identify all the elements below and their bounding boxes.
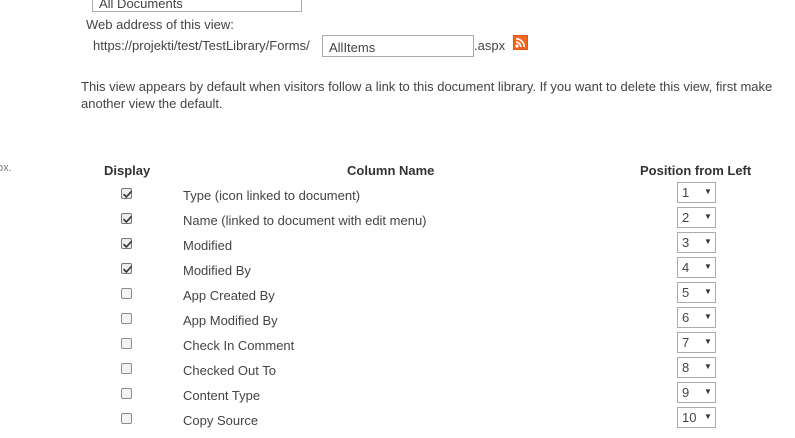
position-select[interactable]: 5 ▼ [677,282,716,303]
position-select-value: 6 [682,310,690,325]
position-select-value: 5 [682,285,690,300]
display-checkbox[interactable] [121,213,132,224]
table-row: Type (icon linked to document) 1 ▼ [0,182,795,213]
column-name-label: App Modified By [183,313,278,328]
chevron-down-icon: ▼ [704,362,712,371]
chevron-down-icon: ▼ [704,187,712,196]
table-row: Copy Source 10 ▼ [0,407,795,438]
checkmark-icon [123,216,132,223]
chevron-down-icon: ▼ [704,212,712,221]
table-row: Modified By 4 ▼ [0,257,795,288]
display-checkbox[interactable] [121,388,132,399]
position-select-value: 7 [682,335,690,350]
position-select-value: 2 [682,210,690,225]
table-row: App Created By 5 ▼ [0,282,795,313]
position-select-value: 9 [682,385,690,400]
cut-off-text: ox. [0,162,12,174]
position-select[interactable]: 6 ▼ [677,307,716,328]
display-checkbox[interactable] [121,288,132,299]
column-name-header: Column Name [347,163,435,178]
position-select-value: 3 [682,235,690,250]
position-select-value: 8 [682,360,690,375]
position-select[interactable]: 3 ▼ [677,232,716,253]
checkmark-icon [123,266,132,273]
column-name-label: App Created By [183,288,275,303]
column-name-label: Copy Source [183,413,259,428]
table-row: App Modified By 6 ▼ [0,307,795,338]
display-checkbox[interactable] [121,188,132,199]
position-select-value: 1 [682,185,690,200]
web-address-prefix: https://projekti/test/TestLibrary/Forms/ [93,38,310,53]
column-name-label: Content Type [183,388,261,403]
table-row: Modified 3 ▼ [0,232,795,263]
position-select[interactable]: 2 ▼ [677,207,716,228]
position-from-left-header: Position from Left [640,163,752,178]
default-view-description: This view appears by default when visito… [81,79,773,111]
table-row: Checked Out To 8 ▼ [0,357,795,388]
table-row: Check In Comment 7 ▼ [0,332,795,363]
display-checkbox[interactable] [121,313,132,324]
view-name-input[interactable] [92,0,302,12]
checkmark-icon [123,191,132,198]
checkmark-icon [123,241,132,248]
display-checkbox[interactable] [121,263,132,274]
column-name-label: Modified [183,238,233,253]
web-address-label: Web address of this view: [86,17,234,32]
display-checkbox[interactable] [121,338,132,349]
chevron-down-icon: ▼ [704,387,712,396]
position-select[interactable]: 7 ▼ [677,332,716,353]
column-name-label: Modified By [183,263,251,278]
position-select[interactable]: 9 ▼ [677,382,716,403]
column-name-label: Check In Comment [183,338,295,353]
web-address-input[interactable] [322,35,474,57]
table-row: Name (linked to document with edit menu)… [0,207,795,238]
chevron-down-icon: ▼ [704,287,712,296]
display-checkbox[interactable] [121,238,132,249]
display-checkbox[interactable] [121,413,132,424]
table-row: Content Type 9 ▼ [0,382,795,413]
chevron-down-icon: ▼ [704,312,712,321]
web-address-suffix: .aspx [474,38,506,53]
column-name-label: Type (icon linked to document) [183,188,361,203]
chevron-down-icon: ▼ [704,262,712,271]
chevron-down-icon: ▼ [704,237,712,246]
position-select[interactable]: 4 ▼ [677,257,716,278]
display-checkbox[interactable] [121,363,132,374]
column-name-label: Checked Out To [183,363,276,378]
position-select[interactable]: 1 ▼ [677,182,716,203]
column-name-label: Name (linked to document with edit menu) [183,213,427,228]
display-column-header: Display [104,163,151,178]
chevron-down-icon: ▼ [704,337,712,346]
rss-feed-icon[interactable] [512,34,529,51]
chevron-down-icon: ▼ [704,412,712,421]
position-select-value: 4 [682,260,690,275]
position-select[interactable]: 8 ▼ [677,357,716,378]
